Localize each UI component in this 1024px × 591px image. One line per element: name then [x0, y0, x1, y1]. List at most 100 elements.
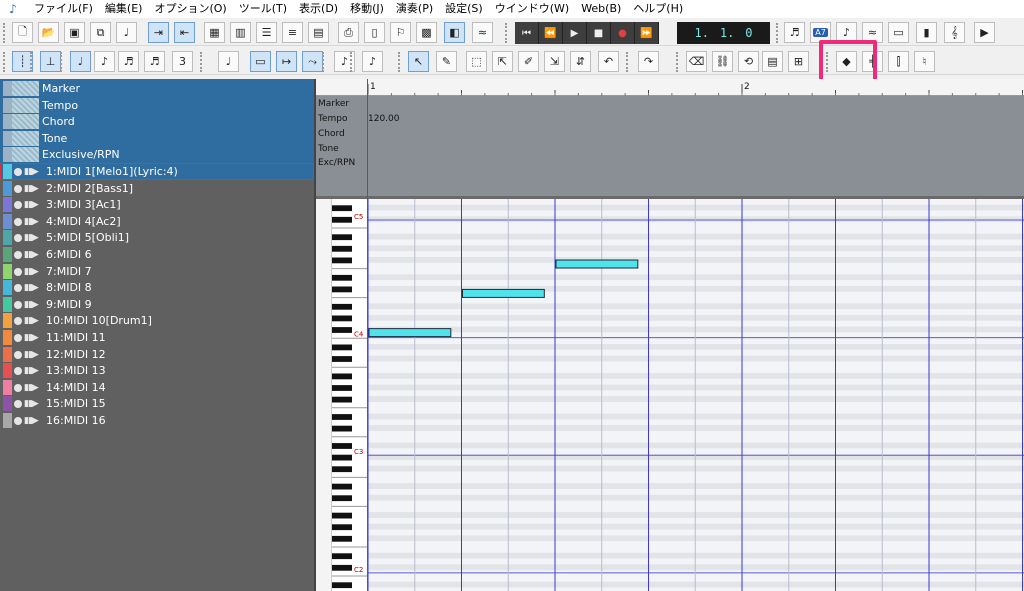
- print-preview-button[interactable]: ⎙: [338, 22, 359, 43]
- quarter-note-button[interactable]: ♩: [70, 51, 91, 72]
- quantize-button[interactable]: ⊥: [40, 51, 61, 72]
- record-enable-icon[interactable]: [14, 251, 22, 259]
- menu-item-3[interactable]: ツール(T): [233, 0, 293, 18]
- dotted-note-button[interactable]: ♩: [218, 51, 239, 72]
- erase-button[interactable]: ⌫: [686, 51, 707, 72]
- toolbar-grip[interactable]: [505, 23, 510, 43]
- position-display[interactable]: 1. 1. 0: [677, 22, 770, 44]
- toolbar-grip[interactable]: [30, 52, 35, 72]
- track-window-button[interactable]: ☰: [256, 22, 277, 43]
- velocity-button[interactable]: ⇲: [544, 51, 565, 72]
- playlist-button[interactable]: ▶: [974, 22, 995, 43]
- import-button[interactable]: ⇤: [174, 22, 195, 43]
- save-button[interactable]: ▣: [64, 22, 85, 43]
- track-row[interactable]: ▮▮▶ 14:MIDI 14: [0, 379, 314, 396]
- tempo-value[interactable]: 120.00: [368, 114, 400, 124]
- sixteenth-note-button[interactable]: ♬: [118, 51, 139, 72]
- select-rect-button[interactable]: ⬚: [466, 51, 487, 72]
- mute-solo-play-icon[interactable]: ▮▮▶: [24, 300, 39, 310]
- meta-track-row[interactable]: Marker: [0, 80, 314, 97]
- menu-item-1[interactable]: 編集(E): [99, 0, 149, 18]
- piano-keyboard[interactable]: C5 C4 C3 C2: [332, 199, 368, 591]
- loop-button[interactable]: ⟲: [738, 51, 759, 72]
- undo-button[interactable]: ↶: [598, 51, 619, 72]
- toolbar-grip[interactable]: [322, 52, 327, 72]
- mute-solo-play-icon[interactable]: ▮▮▶: [24, 250, 39, 260]
- toolbar-grip[interactable]: [350, 52, 355, 72]
- track-row[interactable]: ▮▮▶ 5:MIDI 5[Obli1]: [0, 229, 314, 246]
- mute-solo-play-icon[interactable]: ▮▮▶: [24, 383, 39, 393]
- piano-roll-button[interactable]: ▦: [204, 22, 225, 43]
- select-range-button[interactable]: ⇱: [492, 51, 513, 72]
- rewind-start-button[interactable]: ⏮: [515, 22, 539, 44]
- copy-file-button[interactable]: ⧉: [90, 22, 111, 43]
- split-button[interactable]: ⊞: [788, 51, 809, 72]
- track-row[interactable]: ▮▮▶ 12:MIDI 12: [0, 346, 314, 363]
- piano-button[interactable]: ▮: [916, 22, 937, 43]
- mute-solo-play-icon[interactable]: ▮▮▶: [24, 184, 39, 194]
- mute-solo-play-icon[interactable]: ▮▮▶: [24, 399, 39, 409]
- mute-solo-play-icon[interactable]: ▮▮▶: [24, 333, 39, 343]
- record-enable-icon[interactable]: [14, 300, 22, 309]
- track-row[interactable]: ▮▮▶ 11:MIDI 11: [0, 329, 314, 346]
- track-row[interactable]: ▮▮▶ 6:MIDI 6: [0, 246, 314, 263]
- bar-split-button[interactable]: ⫿: [888, 51, 909, 72]
- track-row[interactable]: ▮▮▶ 7:MIDI 7: [0, 263, 314, 280]
- toolbar-grip[interactable]: [776, 23, 781, 43]
- menu-item-6[interactable]: 演奏(P): [390, 0, 439, 18]
- event-list-button[interactable]: ▤: [308, 22, 329, 43]
- link-button[interactable]: ⛓: [712, 51, 733, 72]
- record-enable-icon[interactable]: [14, 184, 22, 193]
- step-button[interactable]: ↦: [276, 51, 297, 72]
- open-file-button[interactable]: 📂: [38, 22, 59, 43]
- port-button[interactable]: ◧: [444, 22, 465, 43]
- record-enable-icon[interactable]: [14, 201, 22, 210]
- brush-button[interactable]: ✐: [518, 51, 539, 72]
- mute-solo-play-icon[interactable]: ▮▮▶: [24, 267, 39, 277]
- record-enable-icon[interactable]: [14, 267, 22, 276]
- conductor-track-area[interactable]: Marker Tempo Chord Tone Exc/RPN 120.00: [316, 96, 1024, 196]
- record-enable-icon[interactable]: [14, 284, 22, 293]
- menu-item-2[interactable]: オプション(O): [148, 0, 232, 18]
- redo-button[interactable]: ↷: [638, 51, 659, 72]
- mute-solo-play-icon[interactable]: ▮▮▶: [24, 316, 39, 326]
- toolbar-grip[interactable]: [200, 52, 205, 72]
- note-block[interactable]: [555, 259, 639, 269]
- quantize-bar-button[interactable]: ▤: [762, 51, 783, 72]
- guitar-button[interactable]: ⚐: [390, 22, 411, 43]
- mute-solo-play-icon[interactable]: ▮▮▶: [24, 416, 39, 426]
- meta-track-row[interactable]: Chord: [0, 113, 314, 131]
- record-enable-icon[interactable]: [14, 317, 22, 326]
- toolbar-grip[interactable]: [676, 52, 681, 72]
- note-button[interactable]: ♪: [362, 51, 383, 72]
- pencil-button[interactable]: ✎: [436, 51, 457, 72]
- track-row[interactable]: ▮▮▶ 13:MIDI 13: [0, 362, 314, 379]
- wave-button[interactable]: ≈: [472, 22, 493, 43]
- mute-solo-play-icon[interactable]: ▮▮▶: [24, 350, 39, 360]
- record-enable-icon[interactable]: [14, 234, 22, 243]
- track-row[interactable]: ▮▮▶ 15:MIDI 15: [0, 395, 314, 412]
- track-row[interactable]: ▮▮▶ 10:MIDI 10[Drum1]: [0, 312, 314, 329]
- mute-solo-play-icon[interactable]: ▮▮▶: [24, 167, 39, 177]
- toolbar-grip[interactable]: [398, 52, 403, 72]
- thirty-second-note-button[interactable]: ♬: [144, 51, 165, 72]
- piano-roll[interactable]: C5 C4 C3 C2: [316, 199, 1024, 591]
- mute-solo-play-icon[interactable]: ▮▮▶: [24, 366, 39, 376]
- track-row[interactable]: ▮▮▶ 4:MIDI 4[Ac2]: [0, 213, 314, 230]
- grid-button[interactable]: ▩: [416, 22, 437, 43]
- eighth-note-button[interactable]: ♪: [94, 51, 115, 72]
- track-row[interactable]: ▮▮▶ 8:MIDI 8: [0, 279, 314, 296]
- menu-item-10[interactable]: ヘルプ(H): [627, 0, 689, 18]
- track-row[interactable]: ▮▮▶ 9:MIDI 9: [0, 296, 314, 313]
- record-button[interactable]: ●: [611, 22, 635, 44]
- score-key-button[interactable]: ♮: [914, 51, 935, 72]
- menu-item-4[interactable]: 表示(D): [293, 0, 344, 18]
- note-add-button[interactable]: ♩: [116, 22, 137, 43]
- staff-button[interactable]: 𝄞: [944, 22, 965, 43]
- mute-solo-play-icon[interactable]: ▮▮▶: [24, 283, 39, 293]
- record-enable-icon[interactable]: [14, 350, 22, 359]
- meta-track-row[interactable]: Exclusive/RPN: [0, 146, 314, 164]
- monitor-button[interactable]: ▭: [888, 22, 909, 43]
- new-file-button[interactable]: 🗋: [12, 22, 33, 43]
- tie-button[interactable]: ⤳: [302, 51, 323, 72]
